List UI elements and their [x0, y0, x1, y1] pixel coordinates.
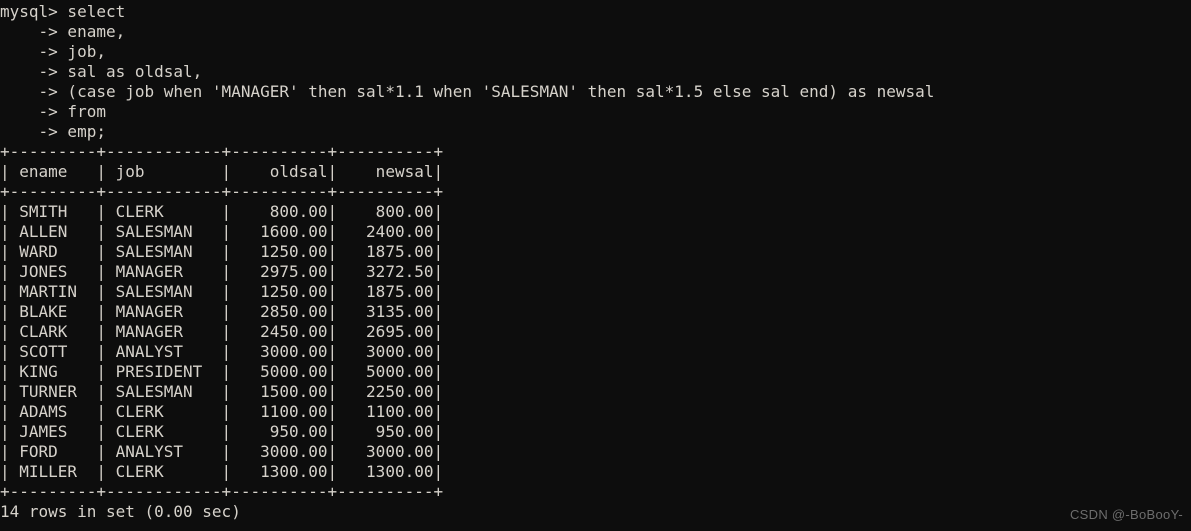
table-row: | WARD | SALESMAN | 1250.00| 1875.00|	[0, 242, 444, 261]
table-row: | MARTIN | SALESMAN | 1250.00| 1875.00|	[0, 282, 444, 301]
query-line: -> emp;	[0, 122, 106, 141]
query-line: -> from	[0, 102, 106, 121]
table-row: | TURNER | SALESMAN | 1500.00| 2250.00|	[0, 382, 444, 401]
query-line: -> sal as oldsal,	[0, 62, 203, 81]
table-row: | SCOTT | ANALYST | 3000.00| 3000.00|	[0, 342, 444, 361]
query-status-line: 14 rows in set (0.00 sec)	[0, 502, 1191, 522]
rows-in-set-status: 14 rows in set (0.00 sec)	[0, 502, 241, 521]
table-rule-header: +---------+------------+----------+-----…	[0, 182, 444, 201]
table-row: | BLAKE | MANAGER | 2850.00| 3135.00|	[0, 302, 444, 321]
sql-query-block: mysql> select -> ename, -> job, -> sal a…	[0, 2, 1191, 142]
table-rule-top: +---------+------------+----------+-----…	[0, 142, 444, 161]
query-line: mysql> select	[0, 2, 126, 21]
query-line: -> (case job when 'MANAGER' then sal*1.1…	[0, 82, 935, 101]
table-row: | FORD | ANALYST | 3000.00| 3000.00|	[0, 442, 444, 461]
csdn-watermark: CSDN @-BoBooY-	[1069, 507, 1183, 522]
table-row: | MILLER | CLERK | 1300.00| 1300.00|	[0, 462, 444, 481]
result-set-table: +---------+------------+----------+-----…	[0, 142, 1191, 502]
table-header-row: | ename | job | oldsal| newsal|	[0, 162, 444, 181]
query-line: -> ename,	[0, 22, 126, 41]
terminal-window[interactable]: mysql> select -> ename, -> job, -> sal a…	[0, 0, 1191, 531]
table-row: | ADAMS | CLERK | 1100.00| 1100.00|	[0, 402, 444, 421]
table-row: | JONES | MANAGER | 2975.00| 3272.50|	[0, 262, 444, 281]
table-rule-bottom: +---------+------------+----------+-----…	[0, 482, 444, 501]
table-row: | SMITH | CLERK | 800.00| 800.00|	[0, 202, 444, 221]
table-row: | KING | PRESIDENT | 5000.00| 5000.00|	[0, 362, 444, 381]
table-row: | JAMES | CLERK | 950.00| 950.00|	[0, 422, 444, 441]
table-row: | CLARK | MANAGER | 2450.00| 2695.00|	[0, 322, 444, 341]
table-row: | ALLEN | SALESMAN | 1600.00| 2400.00|	[0, 222, 444, 241]
query-line: -> job,	[0, 42, 106, 61]
